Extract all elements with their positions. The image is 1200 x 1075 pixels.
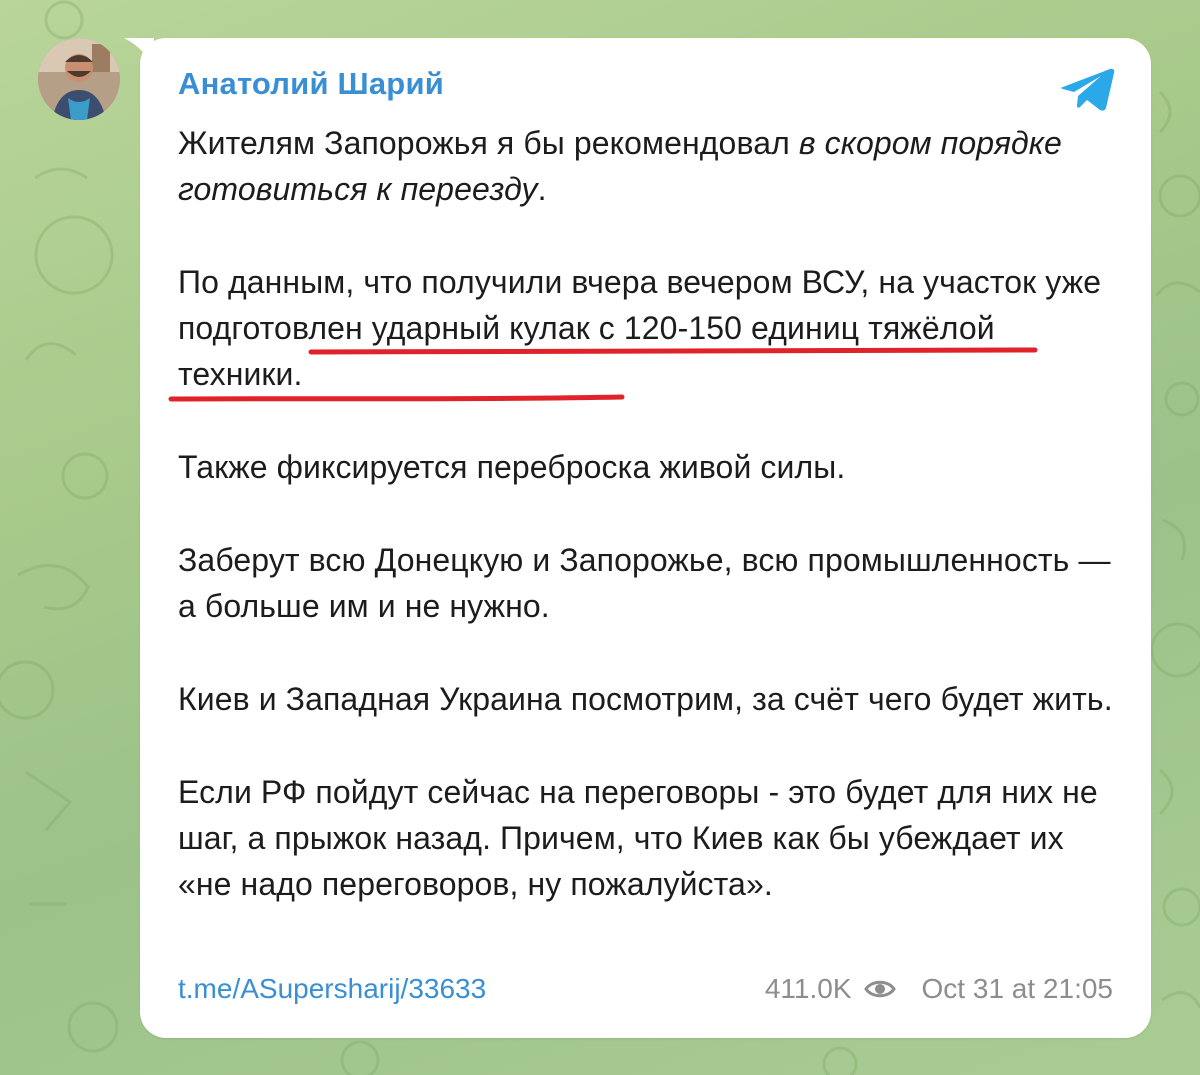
message-paragraph-5: Киев и Западная Украина посмотрим, за сч… [178,681,1113,717]
author-name[interactable]: Анатолий Шарий [178,66,444,102]
message-text: Жителям Запорожья я бы рекомендовал в ск… [178,120,1113,954]
message-timestamp: Oct 31 at 21:05 [921,973,1113,1004]
message-footer: t.me/ASupersharij/33633 411.0K Oct 31 at… [178,973,1113,1009]
avatar-image [38,38,120,120]
post-link[interactable]: t.me/ASupersharij/33633 [178,973,486,1005]
message-paragraph-1: Жителям Запорожья я бы рекомендовал в ск… [178,120,1113,212]
view-count: 411.0K [764,973,852,1004]
paragraph1-plain: Жителям Запорожья я бы рекомендовал [178,125,799,161]
message-meta: 411.0K Oct 31 at 21:05 [765,973,1113,1005]
author-avatar[interactable] [38,38,120,120]
message-paragraph-4: Заберут всю Донецкую и Запорожье, всю пр… [178,542,1111,624]
telegram-plane-icon[interactable] [1059,66,1115,112]
message-paragraph-6: Если РФ пойдут сейчас на переговоры - эт… [178,774,1098,902]
paragraph1-end: . [537,171,547,207]
message-paragraph-3: Также фиксируется переброска живой силы. [178,449,846,485]
eye-icon [863,980,896,998]
message-paragraph-2: По данным, что получили вчера вечером ВС… [178,264,1102,392]
message-bubble: Анатолий Шарий Жителям Запорожья я бы ре… [140,38,1151,1038]
